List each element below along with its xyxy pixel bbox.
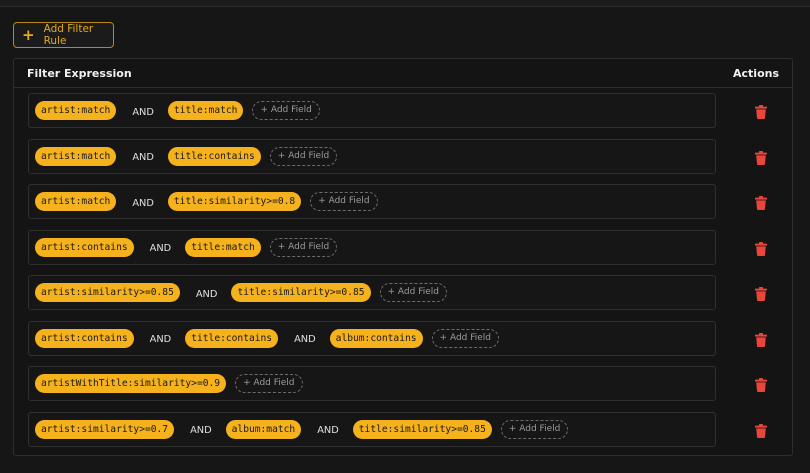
- and-operator: AND: [195, 288, 218, 300]
- trash-icon[interactable]: [755, 423, 767, 438]
- add-field-button[interactable]: + Add Field: [379, 283, 447, 302]
- filter-panel: + Add Filter Rule Filter Expression Acti…: [0, 6, 810, 473]
- filter-expression: artist:similarity>=0.7 AND album:match AND t…: [28, 411, 716, 447]
- and-operator: AND: [132, 197, 154, 209]
- add-field-button[interactable]: + Add Field: [269, 146, 338, 166]
- table-row: artistWithTitle:similarity>=0.9 + Add Fie…: [14, 365, 792, 411]
- filter-rules-table: Filter Expression Actions artist:match AN…: [13, 58, 793, 456]
- and-operator: AND: [149, 334, 172, 345]
- filter-field-chip[interactable]: artist:match: [35, 192, 117, 211]
- filter-field-chip[interactable]: artist:similarity>=0.85: [35, 283, 180, 302]
- add-field-button[interactable]: + Add Field: [235, 374, 303, 393]
- trash-icon[interactable]: [755, 287, 767, 301]
- table-row: artist:contains AND title:contains AND album…: [14, 320, 792, 366]
- and-operator: AND: [294, 334, 316, 345]
- and-operator: AND: [317, 425, 339, 436]
- filter-expression: artistWithTitle:similarity>=0.9 + Add Fie…: [28, 366, 716, 401]
- trash-icon[interactable]: [755, 196, 767, 210]
- header-actions: Actions: [733, 66, 779, 80]
- header-filter-expression: Filter Expression: [27, 66, 132, 80]
- trash-icon[interactable]: [755, 378, 767, 392]
- add-filter-rule-button[interactable]: + Add Filter Rule: [13, 22, 114, 48]
- add-field-button[interactable]: + Add Field: [500, 419, 569, 439]
- add-filter-rule-label: Add Filter Rule: [43, 23, 94, 47]
- filter-field-chip[interactable]: title:similarity>=0.85: [352, 419, 492, 439]
- filter-expression: artist:match AND title:contains + Add Field: [28, 138, 716, 174]
- rules-list: artist:match AND title:match + Add Field art…: [14, 88, 792, 456]
- filter-expression: artist:contains AND title:match + Add Field: [28, 229, 716, 265]
- filter-field-chip[interactable]: artist:match: [35, 101, 117, 120]
- and-operator: AND: [149, 243, 172, 254]
- plus-icon: +: [22, 25, 35, 44]
- filter-field-chip[interactable]: title:contains: [185, 328, 279, 348]
- filter-field-chip[interactable]: album:contains: [329, 328, 423, 348]
- filter-expression: artist:match AND title:similarity>=0.8 + Ad…: [28, 184, 716, 219]
- trash-icon[interactable]: [755, 241, 767, 256]
- table-row: artist:match AND title:similarity>=0.8 + Ad…: [14, 183, 792, 229]
- filter-field-chip[interactable]: artistWithTitle:similarity>=0.9: [35, 374, 227, 393]
- and-operator: AND: [132, 152, 154, 163]
- trash-icon[interactable]: [755, 105, 767, 119]
- table-row: artist:similarity>=0.7 AND album:match AND t…: [14, 411, 792, 457]
- table-row: artist:match AND title:contains + Add Field: [14, 138, 792, 184]
- add-field-button[interactable]: + Add Field: [310, 192, 378, 211]
- filter-field-chip[interactable]: title:match: [167, 101, 244, 120]
- add-field-button[interactable]: + Add Field: [252, 101, 320, 120]
- trash-icon[interactable]: [755, 150, 767, 165]
- filter-field-chip[interactable]: artist:contains: [35, 328, 134, 348]
- filter-expression: artist:match AND title:match + Add Field: [28, 93, 716, 128]
- filter-field-chip[interactable]: artist:match: [35, 146, 117, 166]
- and-operator: AND: [132, 106, 154, 118]
- filter-field-chip[interactable]: title:similarity>=0.8: [167, 192, 302, 211]
- filter-field-chip[interactable]: artist:similarity>=0.7: [35, 419, 175, 439]
- filter-expression: artist:similarity>=0.85 AND title:similari…: [28, 275, 716, 310]
- trash-icon[interactable]: [755, 332, 767, 347]
- table-row: artist:match AND title:match + Add Field: [14, 92, 792, 138]
- table-header: Filter Expression Actions: [14, 59, 792, 88]
- filter-expression: artist:contains AND title:contains AND album…: [28, 320, 716, 356]
- add-field-button[interactable]: + Add Field: [431, 328, 500, 348]
- filter-field-chip[interactable]: title:contains: [167, 146, 261, 166]
- add-field-button[interactable]: + Add Field: [269, 237, 338, 257]
- filter-field-chip[interactable]: album:match: [225, 419, 302, 439]
- filter-field-chip[interactable]: title:similarity>=0.85: [231, 283, 371, 302]
- and-operator: AND: [190, 425, 212, 436]
- table-row: artist:similarity>=0.85 AND title:similari…: [14, 274, 792, 320]
- table-row: artist:contains AND title:match + Add Field: [14, 229, 792, 275]
- filter-field-chip[interactable]: title:match: [185, 237, 261, 257]
- filter-field-chip[interactable]: artist:contains: [35, 237, 134, 257]
